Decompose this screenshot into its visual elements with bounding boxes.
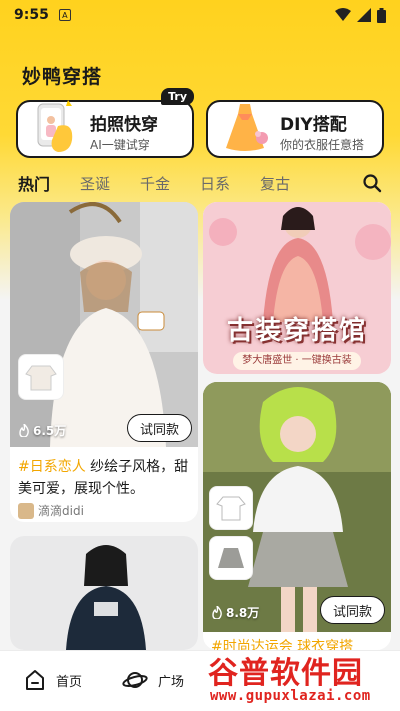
like-count-value: 6.5万: [33, 424, 67, 438]
author[interactable]: 滴滴didi: [18, 502, 84, 519]
try-same-button[interactable]: 试同款: [126, 414, 192, 442]
tab-christmas[interactable]: 圣诞: [80, 173, 110, 194]
outfit-photo: [10, 202, 198, 447]
like-count: 6.5万: [18, 422, 66, 439]
nav-home-label: 首页: [56, 674, 83, 690]
tshirt-icon: [216, 496, 246, 521]
avatar: [18, 502, 34, 519]
outfit-photo: [10, 536, 198, 650]
outfit-card-japanese-lover[interactable]: 6.5万 试同款 #日系恋人 纱绘子风格，甜美可爱，展现个性。 滴滴didi: [10, 202, 198, 522]
flame-icon: [19, 424, 29, 437]
like-count: 8.8万: [211, 604, 259, 621]
diy-outfit-title: DIY搭配: [280, 115, 347, 135]
photo-try-on-card[interactable]: 拍照快穿 AI一键试穿 Try: [16, 88, 194, 158]
nav-plaza[interactable]: 广场: [122, 669, 184, 691]
photo-try-on-title: 拍照快穿: [90, 115, 158, 135]
wifi-icon: [335, 8, 351, 21]
battery-icon: [377, 7, 386, 23]
category-tabs: 热门 圣诞 千金 日系 复古: [0, 168, 400, 199]
tab-hot[interactable]: 热门: [18, 171, 51, 199]
signal-icon: [357, 8, 371, 22]
notification-icon: A: [58, 9, 71, 21]
nav-home[interactable]: 首页: [24, 669, 82, 691]
try-badge: Try: [161, 88, 194, 105]
like-count-value: 8.8万: [226, 606, 260, 620]
banner-image: [203, 202, 391, 374]
dress-icon: [226, 104, 268, 151]
garment-thumbnail[interactable]: [18, 354, 64, 400]
outfit-card-sporty-jersey[interactable]: 8.8万 试同款 #时尚达运会 球衣穿搭: [203, 382, 391, 650]
home-icon: [26, 670, 44, 690]
outfit-card-sporty[interactable]: [10, 536, 198, 650]
banner-subtitle: 梦大唐盛世 · 一键换古装: [233, 352, 361, 370]
watermark-logo: 谷普软件园 www.gupuxlazai.com: [202, 648, 398, 710]
sweater-icon: [25, 365, 57, 391]
author-name: 滴滴didi: [38, 504, 84, 518]
flame-icon: [212, 606, 222, 619]
banner-title: 古装穿搭馆: [226, 316, 367, 346]
diy-outfit-card[interactable]: DIY搭配 你的衣服任意搭: [206, 100, 384, 158]
search-icon[interactable]: [362, 173, 382, 193]
watermark-url: www.gupuxlazai.com: [210, 688, 371, 704]
diy-outfit-subtitle: 你的衣服任意搭: [280, 138, 365, 152]
garment-thumbnail-top[interactable]: [209, 486, 253, 530]
card-description: #日系恋人 纱绘子风格，甜美可爱，展现个性。: [18, 456, 194, 500]
watermark-text: 谷普软件园: [208, 656, 363, 691]
planet-icon: [122, 672, 148, 688]
ancient-costume-banner[interactable]: 古装穿搭馆 梦大唐盛世 · 一键换古装: [203, 202, 391, 374]
tab-japanese[interactable]: 日系: [200, 173, 230, 194]
status-time: 9:55: [14, 7, 49, 23]
app-title: 妙鸭穿搭: [22, 66, 103, 88]
try-same-button[interactable]: 试同款: [319, 596, 385, 624]
hashtag[interactable]: #日系恋人: [18, 459, 86, 475]
tab-lady[interactable]: 千金: [140, 173, 170, 194]
nav-plaza-label: 广场: [158, 674, 185, 690]
garment-thumbnail-skirt[interactable]: [209, 536, 253, 580]
tab-retro[interactable]: 复古: [260, 173, 290, 194]
skirt-icon: [218, 548, 244, 568]
phone-hand-icon: [37, 100, 73, 152]
photo-try-on-subtitle: AI一键试穿: [90, 138, 150, 152]
status-bar: 9:55 A: [0, 0, 400, 30]
